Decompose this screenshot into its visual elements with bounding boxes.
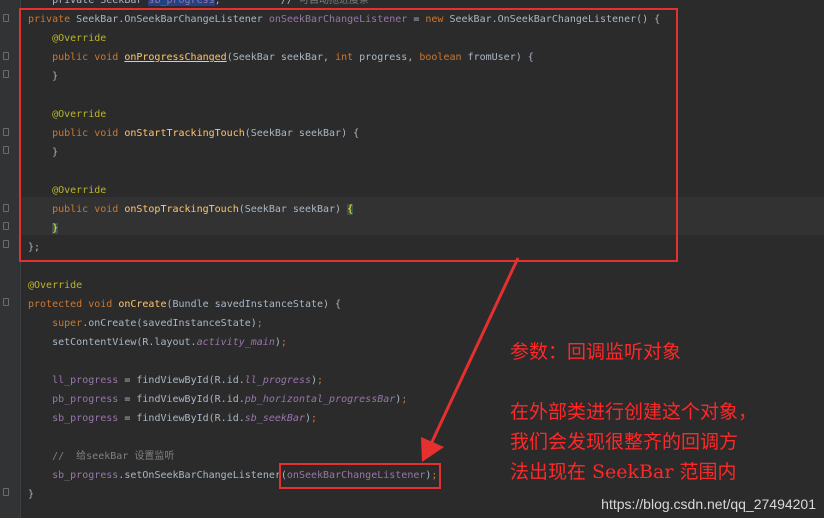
code-token: = findViewById(R.id. bbox=[118, 394, 245, 405]
code-token: sb_progress bbox=[52, 470, 119, 481]
code-token: ; bbox=[280, 337, 287, 348]
code-token: } bbox=[28, 489, 35, 500]
code-token: (Bundle savedInstanceState) { bbox=[166, 299, 342, 310]
watermark: https://blog.csdn.net/qq_27494201 bbox=[601, 496, 816, 512]
code-token: ; bbox=[401, 394, 408, 405]
code-token: ; bbox=[317, 375, 324, 386]
code-line[interactable]: setContentView(R.layout.activity_main); bbox=[28, 333, 287, 352]
code-token: // 给seekBar 设置监听 bbox=[28, 451, 175, 462]
code-token: ; bbox=[311, 413, 318, 424]
code-token: pb_horizontal_progressBar bbox=[244, 394, 396, 405]
code-token: ll_progress bbox=[52, 375, 119, 386]
code-token: ; bbox=[256, 318, 263, 329]
code-token: activity_main bbox=[196, 337, 275, 348]
annotation-line-2: 我们会发现很整齐的回调方 bbox=[510, 431, 739, 453]
annotation-line-3: 法出现在 SeekBar 范围内 bbox=[510, 461, 737, 483]
code-token: .setOnSeekBarChangeListener( bbox=[118, 470, 287, 481]
code-token: sb_seekBar bbox=[244, 413, 305, 424]
code-token: onCreate bbox=[118, 299, 167, 310]
code-line[interactable]: // 给seekBar 设置监听 bbox=[28, 447, 174, 466]
code-line[interactable]: ll_progress = findViewById(R.id.ll_progr… bbox=[28, 371, 323, 390]
code-line[interactable]: super.onCreate(savedInstanceState); bbox=[28, 314, 263, 333]
code-token: sb_progress bbox=[52, 413, 119, 424]
code-line[interactable]: @Override bbox=[28, 276, 82, 295]
code-token: pb_progress bbox=[52, 394, 119, 405]
code-token: setContentView(R.layout. bbox=[28, 337, 197, 348]
code-token: ll_progress bbox=[244, 375, 311, 386]
code-token: private SeekBar bbox=[28, 0, 149, 6]
code-token: 可自动拖进度条 bbox=[298, 0, 369, 6]
code-line[interactable]: pb_progress = findViewById(R.id.pb_horiz… bbox=[28, 390, 407, 409]
code-token: = findViewById(R.id. bbox=[118, 375, 245, 386]
code-token: = findViewById(R.id. bbox=[118, 413, 245, 424]
code-line[interactable]: sb_progress = findViewById(R.id.sb_seekB… bbox=[28, 409, 317, 428]
code-token: .onCreate(savedInstanceState) bbox=[82, 318, 257, 329]
code-line[interactable]: protected void onCreate(Bundle savedInst… bbox=[28, 295, 341, 314]
code-token: sb_progress bbox=[148, 0, 215, 6]
argument-highlight-box bbox=[279, 463, 441, 489]
code-token: ; // bbox=[214, 0, 299, 6]
code-token: protected void bbox=[28, 299, 119, 310]
annotation-line-1: 在外部类进行创建这个对象， bbox=[510, 401, 758, 423]
code-line[interactable]: } bbox=[28, 485, 34, 504]
code-token: super bbox=[28, 318, 83, 329]
listener-highlight-box bbox=[19, 8, 678, 262]
code-token: @Override bbox=[28, 280, 83, 291]
annotation-title: 参数：回调监听对象 bbox=[510, 341, 682, 363]
